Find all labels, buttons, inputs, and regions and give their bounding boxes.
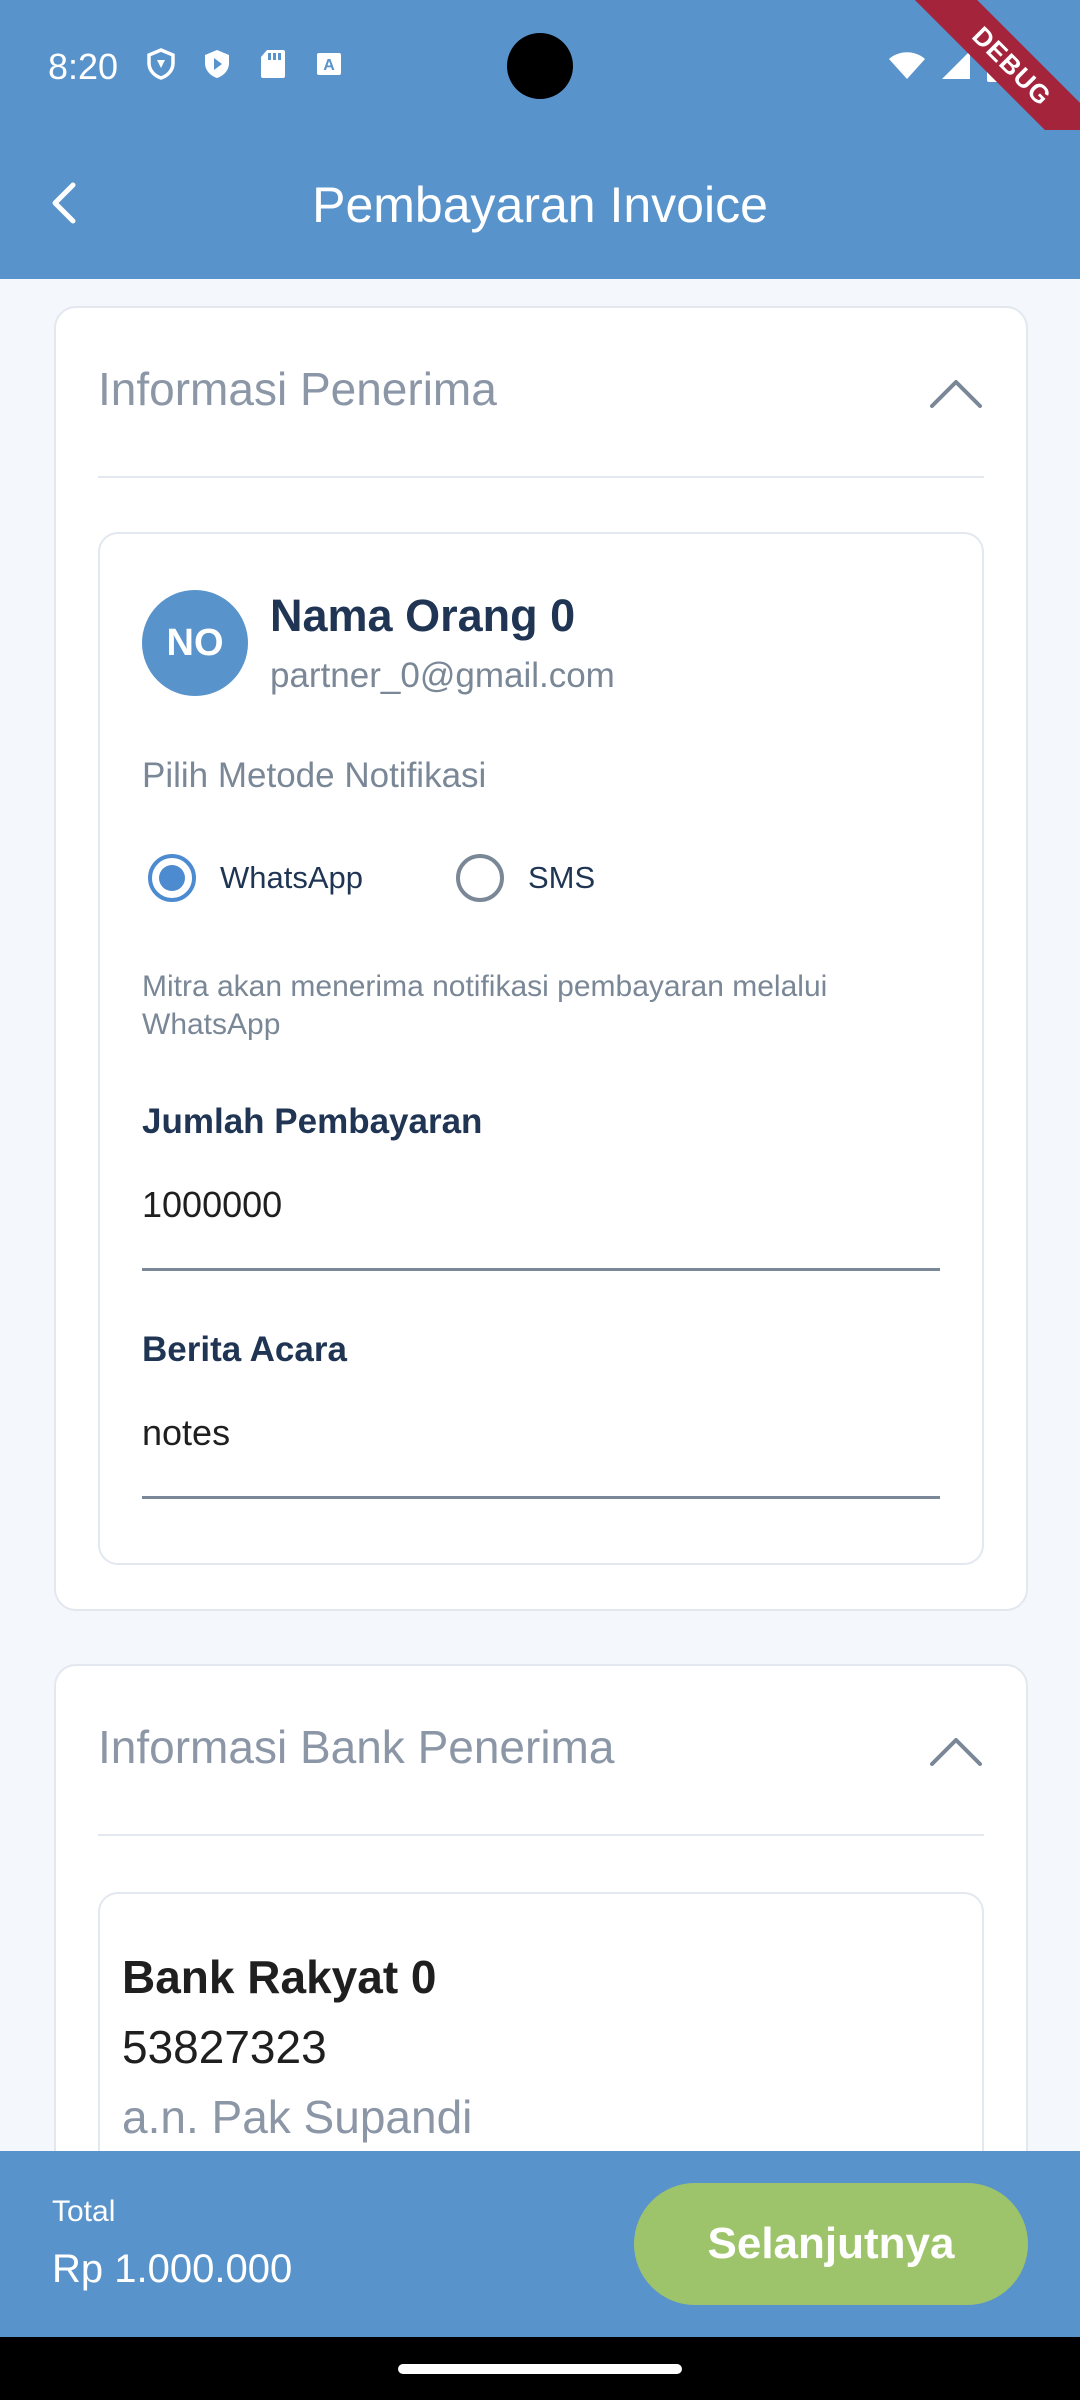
cellular-signal-icon (940, 50, 972, 85)
radio-unchecked-icon[interactable] (456, 854, 504, 902)
radio-sms[interactable]: SMS (456, 854, 595, 902)
recipient-detail-card: NO Nama Orang 0 partner_0@gmail.com Pili… (98, 532, 984, 1565)
chevron-up-icon[interactable] (928, 372, 984, 412)
radio-sms-label: SMS (528, 860, 596, 895)
page-title: Pembayaran Invoice (312, 177, 768, 233)
notes-input-underline (142, 1496, 940, 1499)
recipient-info-title: Informasi Penerima (98, 363, 497, 415)
bank-info-header[interactable]: Informasi Bank Penerima (98, 1666, 984, 1836)
bank-name: Bank Rakyat 0 (122, 1951, 437, 2003)
recipient-info-card: Informasi Penerima NO Nama Orang 0 partn… (54, 306, 1028, 1611)
shield-play-icon (202, 48, 232, 80)
system-nav-bar (0, 2337, 1080, 2400)
bank-account-holder: a.n. Pak Supandi (122, 2091, 473, 2143)
notes-input[interactable]: notes (142, 1412, 230, 1454)
keyboard-a-icon: A (314, 48, 344, 80)
notification-info-text: Mitra akan menerima notifikasi pembayara… (142, 970, 828, 1041)
shield-outline-icon (146, 48, 176, 80)
bank-info-title: Informasi Bank Penerima (98, 1721, 615, 1773)
notes-label: Berita Acara (142, 1330, 347, 1369)
amount-label: Jumlah Pembayaran (142, 1102, 483, 1141)
camera-cutout (507, 33, 573, 99)
status-bar: 8:20 A DEBUG (0, 0, 1080, 167)
svg-text:A: A (323, 57, 335, 74)
status-icons-left: A (146, 48, 344, 80)
recipient-name: Nama Orang 0 (270, 590, 576, 641)
home-indicator[interactable] (398, 2364, 682, 2374)
total-label: Total (52, 2195, 116, 2228)
notification-method-label: Pilih Metode Notifikasi (142, 756, 487, 795)
radio-checked-icon[interactable] (148, 854, 196, 902)
wifi-icon (888, 50, 926, 85)
next-button[interactable]: Selanjutnya (634, 2183, 1028, 2305)
total-value: Rp 1.000.000 (52, 2247, 293, 2291)
radio-whatsapp[interactable]: WhatsApp (148, 854, 363, 902)
avatar: NO (142, 590, 248, 696)
recipient-email: partner_0@gmail.com (270, 656, 615, 695)
bottom-total-bar: Total Rp 1.000.000 Selanjutnya (0, 2151, 1080, 2337)
chevron-up-icon[interactable] (928, 1730, 984, 1770)
recipient-info-header[interactable]: Informasi Penerima (98, 308, 984, 478)
sd-card-icon (258, 48, 288, 80)
radio-whatsapp-label: WhatsApp (220, 860, 364, 895)
bank-account-number: 53827323 (122, 2021, 327, 2073)
status-time: 8:20 (48, 46, 119, 87)
app-bar: Pembayaran Invoice (0, 130, 1080, 279)
amount-input[interactable]: 1000000 (142, 1184, 282, 1226)
amount-input-underline (142, 1268, 940, 1271)
